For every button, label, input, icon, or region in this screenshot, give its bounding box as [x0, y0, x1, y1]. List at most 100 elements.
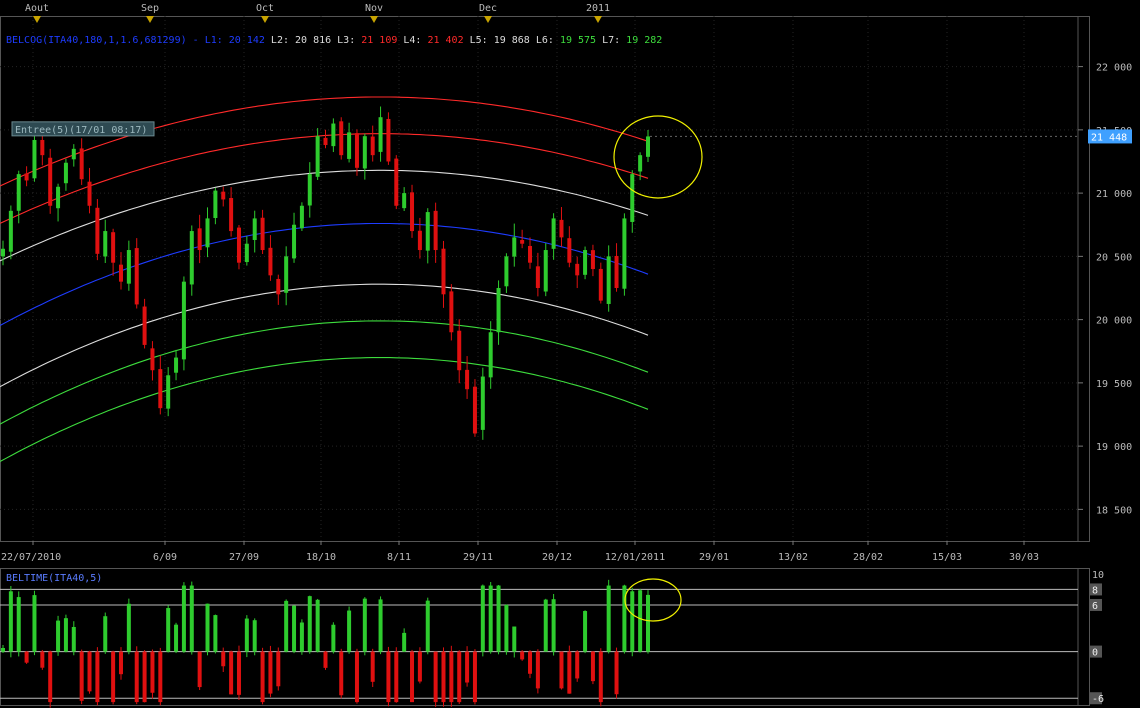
osc-bar: [638, 590, 643, 652]
osc-bar: [331, 624, 336, 652]
indicator-label: L3:: [337, 35, 355, 46]
osc-bar: [181, 585, 186, 652]
osc-bar: [598, 651, 603, 703]
indicator-title: BELCOG(ITA40,180,1,1.6,681299) -: [6, 35, 205, 46]
candle-body: [213, 190, 218, 218]
y-tick-label: 22 000: [1096, 63, 1132, 74]
indicator-label: L6:: [536, 35, 554, 46]
osc-bar: [449, 651, 454, 703]
osc-bar: [1, 647, 5, 652]
osc-bar: [457, 651, 462, 703]
osc-bar: [551, 599, 556, 652]
month-label: Oct: [256, 3, 274, 14]
candle-body: [606, 256, 611, 304]
candle-body: [252, 218, 257, 240]
osc-bar: [166, 608, 171, 652]
candle-body: [590, 250, 595, 270]
month-label: Sep: [141, 3, 159, 14]
candle-body: [244, 243, 249, 263]
candle-body: [520, 240, 525, 244]
candle-body: [189, 231, 194, 285]
osc-bar: [535, 651, 540, 689]
osc-bar: [268, 651, 273, 694]
month-label: Nov: [365, 3, 383, 14]
grid-layer: [0, 16, 1078, 699]
osc-bar: [370, 651, 375, 682]
candle-body: [118, 264, 123, 282]
osc-bar: [229, 651, 234, 695]
candle-body: [449, 291, 454, 333]
osc-bar: [174, 624, 179, 652]
osc-bar: [40, 651, 45, 668]
candle-body: [205, 218, 210, 248]
candle-body: [229, 198, 234, 232]
osc-bar: [315, 599, 320, 652]
candle-body: [386, 118, 391, 162]
price-candles: [1, 106, 650, 440]
candle-body: [441, 248, 446, 295]
candle-body: [103, 231, 108, 257]
candle-body: [158, 369, 163, 409]
candle-body: [638, 155, 643, 172]
indicator-value: 21 109: [355, 35, 403, 46]
x-tick-label: 15/03: [932, 552, 962, 563]
osc-bar: [339, 651, 344, 696]
candle-body: [16, 174, 21, 211]
osc-y-tick-label: 8: [1092, 585, 1098, 596]
osc-bar: [378, 599, 383, 652]
osc-bar: [410, 651, 415, 703]
osc-bar: [103, 616, 108, 652]
osc-bar: [347, 610, 352, 652]
osc-bar: [236, 651, 241, 695]
osc-bar: [56, 620, 61, 652]
last-price-value: 21 448: [1091, 132, 1127, 143]
osc-bar: [480, 585, 485, 652]
candle-body: [134, 248, 139, 305]
month-marker-icon: [261, 16, 269, 23]
osc-bar: [433, 651, 438, 703]
osc-bar: [504, 604, 509, 652]
candle-body: [551, 218, 556, 249]
x-tick-label: 20/12: [542, 552, 572, 563]
candle-body: [339, 121, 344, 156]
osc-y-tick-label: 6: [1092, 601, 1098, 612]
osc-bar: [118, 651, 123, 675]
osc-bar: [402, 632, 407, 652]
month-marker-icon: [146, 16, 154, 23]
osc-bar: [292, 605, 297, 652]
indicator-value: 19 868: [488, 35, 536, 46]
y-tick-label: 20 500: [1096, 252, 1132, 263]
candle-body: [472, 386, 477, 434]
candle-body: [567, 238, 572, 263]
candle-body: [276, 278, 281, 295]
regression-bands: [0, 96, 649, 462]
month-label: Dec: [479, 3, 497, 14]
candle-body: [575, 263, 580, 276]
osc-bar: [606, 585, 611, 652]
oscillator-title: BELTIME(ITA40,5): [6, 573, 102, 584]
candle-body: [56, 186, 61, 209]
osc-bar: [386, 651, 391, 703]
osc-bar: [441, 651, 446, 703]
osc-bar: [559, 651, 564, 689]
candle-body: [87, 181, 92, 206]
candle-body: [433, 210, 438, 251]
osc-bar: [260, 651, 265, 703]
candle-body: [362, 136, 367, 169]
candle-body: [126, 250, 131, 284]
candle-body: [111, 232, 116, 263]
osc-bar: [126, 603, 131, 652]
candle-body: [457, 330, 462, 371]
osc-bar: [646, 594, 650, 652]
osc-bar: [150, 651, 155, 693]
x-tick-label: 29/11: [463, 552, 493, 563]
band-line-l6: [0, 320, 649, 425]
x-tick-label: 28/02: [853, 552, 883, 563]
x-tick-label: 30/03: [1009, 552, 1039, 563]
candle-body: [32, 139, 37, 179]
month-marker-icon: [484, 16, 492, 23]
osc-bar: [158, 651, 163, 703]
candle-body: [260, 217, 265, 251]
candle-body: [425, 212, 430, 251]
osc-bar: [276, 651, 281, 687]
